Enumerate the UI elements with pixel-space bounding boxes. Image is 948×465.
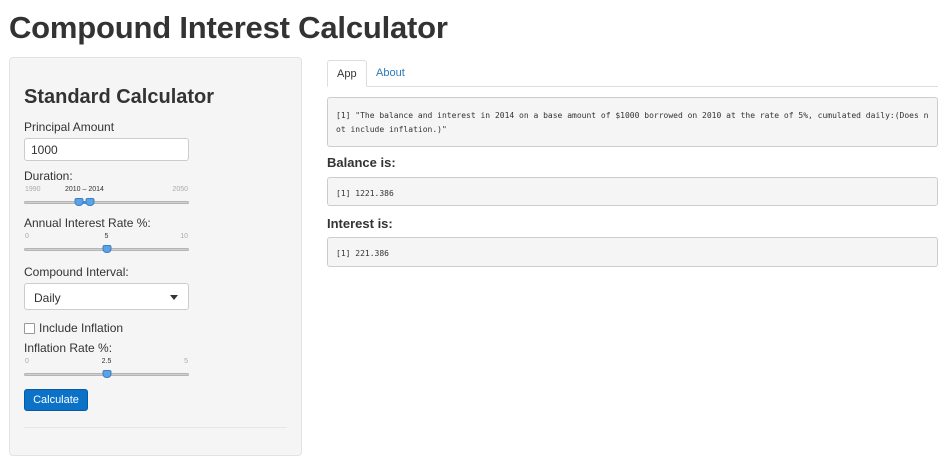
include-inflation-checkbox[interactable] [24, 322, 35, 334]
rate-label: Annual Interest Rate %: [24, 216, 151, 230]
tab-about[interactable]: About [367, 60, 414, 87]
include-inflation-row[interactable]: Include Inflation [24, 321, 123, 335]
duration-end-handle[interactable] [85, 198, 95, 206]
rate-handle[interactable] [102, 245, 111, 253]
compound-interval-select[interactable]: Daily [24, 283, 189, 310]
inflation-handle[interactable] [102, 370, 111, 378]
interest-heading: Interest is: [327, 216, 393, 231]
duration-min-label: 1990 [25, 186, 41, 193]
duration-slider[interactable]: 1990 2010 – 2014 2050 [24, 186, 189, 208]
rate-max-label: 10 [180, 233, 188, 240]
interest-output: [1] 221.386 [327, 237, 938, 267]
calculate-button[interactable]: Calculate [24, 389, 88, 411]
compound-interval-label: Compound Interval: [24, 265, 129, 279]
principal-label: Principal Amount [24, 120, 115, 134]
principal-input[interactable] [24, 138, 189, 161]
chevron-down-icon [170, 295, 178, 300]
rate-min-label: 0 [25, 233, 29, 240]
tab-bar: App About [327, 60, 938, 87]
rate-slider[interactable]: 0 5 10 [24, 233, 189, 255]
inflation-min-label: 0 [25, 358, 29, 365]
compound-interval-value: Daily [34, 291, 61, 305]
tab-app[interactable]: App [327, 60, 367, 87]
inflation-rate-label: Inflation Rate %: [24, 341, 113, 355]
balance-output: [1] 1221.386 [327, 177, 938, 206]
sidebar-title: Standard Calculator [24, 86, 215, 108]
sidebar-panel: Standard Calculator Principal Amount Dur… [9, 57, 302, 456]
balance-heading: Balance is: [327, 155, 396, 170]
duration-max-label: 2050 [172, 186, 188, 193]
duration-start-handle[interactable] [74, 198, 84, 206]
rate-current-label: 5 [104, 233, 109, 240]
inflation-max-label: 5 [184, 358, 188, 365]
inflation-rate-slider[interactable]: 0 2.5 5 [24, 358, 189, 380]
duration-track [24, 201, 189, 204]
inflation-current-label: 2.5 [101, 358, 112, 365]
page-title: Compound Interest Calculator [9, 10, 448, 45]
duration-label: Duration: [24, 169, 73, 183]
duration-current-label: 2010 – 2014 [65, 186, 104, 193]
sidebar-divider [24, 427, 287, 428]
include-inflation-label: Include Inflation [39, 321, 124, 335]
summary-output: [1] "The balance and interest in 2014 on… [327, 97, 938, 147]
